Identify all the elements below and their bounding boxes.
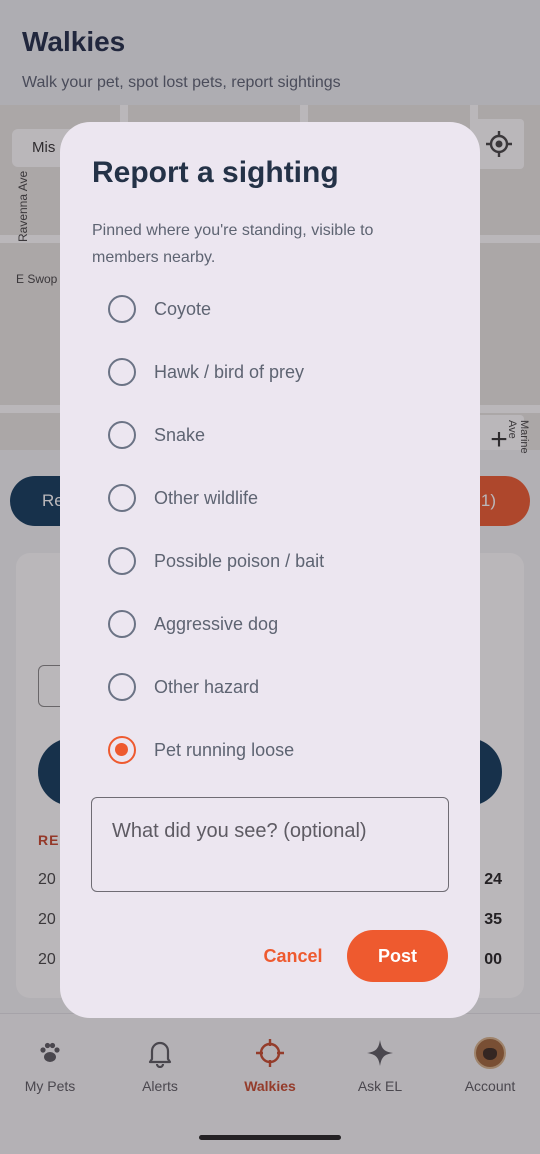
sighting-notes-input[interactable]: [91, 797, 449, 892]
option-hawk[interactable]: Hawk / bird of prey: [108, 350, 438, 394]
option-snake[interactable]: Snake: [108, 413, 438, 457]
dialog-description: Pinned where you're standing, visible to…: [92, 222, 374, 266]
option-other-hazard[interactable]: Other hazard: [108, 665, 438, 709]
option-label: Possible poison / bait: [154, 550, 325, 571]
radio-button[interactable]: [108, 421, 136, 449]
option-pet-running-loose[interactable]: Pet running loose: [108, 728, 438, 772]
dialog-title: Report a sighting: [92, 156, 339, 189]
cancel-button[interactable]: Cancel: [248, 930, 338, 982]
radio-button[interactable]: [108, 358, 136, 386]
radio-button-selected[interactable]: [108, 736, 136, 764]
radio-button[interactable]: [108, 547, 136, 575]
option-label: Hawk / bird of prey: [154, 361, 305, 382]
option-label: Aggressive dog: [154, 613, 279, 634]
option-other-wildlife[interactable]: Other wildlife: [108, 476, 438, 520]
option-label: Pet running loose: [154, 739, 295, 760]
radio-button[interactable]: [108, 295, 136, 323]
report-sighting-dialog: Report a sighting Pinned where you're st…: [60, 122, 480, 1018]
option-poison-bait[interactable]: Possible poison / bait: [108, 539, 438, 583]
option-label: Other hazard: [154, 676, 260, 697]
radio-button[interactable]: [108, 673, 136, 701]
option-label: Snake: [154, 424, 206, 445]
option-label: Coyote: [154, 298, 212, 319]
radio-button[interactable]: [108, 610, 136, 638]
radio-button[interactable]: [108, 484, 136, 512]
option-coyote[interactable]: Coyote: [108, 287, 438, 331]
option-aggressive-dog[interactable]: Aggressive dog: [108, 602, 438, 646]
post-button[interactable]: Post: [347, 930, 448, 982]
option-label: Other wildlife: [154, 487, 259, 508]
